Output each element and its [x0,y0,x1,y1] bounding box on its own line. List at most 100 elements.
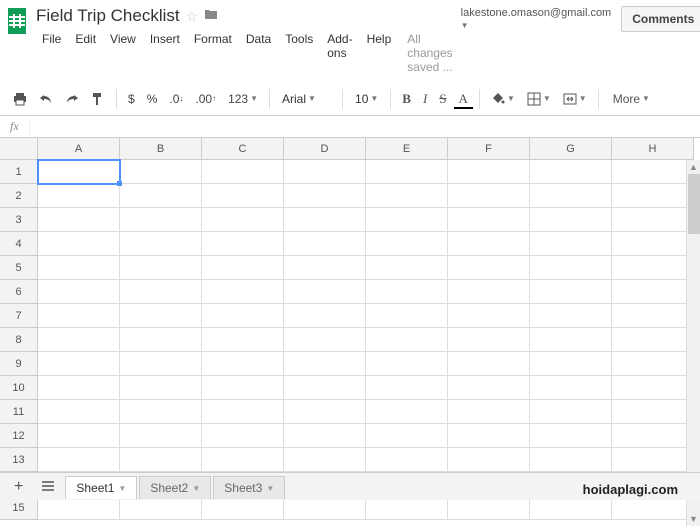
cell-B8[interactable] [120,328,202,352]
cell-B10[interactable] [120,376,202,400]
sheet-tab-sheet1[interactable]: Sheet1▼ [65,476,137,499]
column-header-C[interactable]: C [202,138,284,160]
scroll-up-icon[interactable]: ▲ [687,160,700,174]
sheets-logo[interactable] [8,8,26,34]
cell-H6[interactable] [612,280,694,304]
number-format-button[interactable]: 123▼ [223,89,263,109]
cell-B4[interactable] [120,232,202,256]
cell-B11[interactable] [120,400,202,424]
cell-H2[interactable] [612,184,694,208]
add-sheet-button[interactable]: + [6,476,31,498]
cell-E4[interactable] [366,232,448,256]
cell-D2[interactable] [284,184,366,208]
cell-G1[interactable] [530,160,612,184]
increase-decimal-button[interactable]: .00↑ [190,89,221,109]
cell-H8[interactable] [612,328,694,352]
menu-help[interactable]: Help [361,30,398,76]
cell-H11[interactable] [612,400,694,424]
column-header-A[interactable]: A [38,138,120,160]
cell-G3[interactable] [530,208,612,232]
cell-E5[interactable] [366,256,448,280]
cell-F2[interactable] [448,184,530,208]
folder-icon[interactable] [204,7,218,25]
cell-B6[interactable] [120,280,202,304]
borders-button[interactable]: ▼ [522,89,556,109]
cell-E2[interactable] [366,184,448,208]
cell-G7[interactable] [530,304,612,328]
cell-F4[interactable] [448,232,530,256]
row-header-1[interactable]: 1 [0,160,38,184]
currency-button[interactable]: $ [123,89,140,109]
scroll-down-icon[interactable]: ▼ [687,512,700,526]
row-header-6[interactable]: 6 [0,280,38,304]
cell-G10[interactable] [530,376,612,400]
cell-F10[interactable] [448,376,530,400]
redo-icon[interactable] [60,91,84,107]
star-icon[interactable]: ☆ [186,8,199,25]
menu-tools[interactable]: Tools [279,30,319,76]
row-header-13[interactable]: 13 [0,448,38,472]
cell-C9[interactable] [202,352,284,376]
cell-E10[interactable] [366,376,448,400]
cell-A2[interactable] [38,184,120,208]
cell-H7[interactable] [612,304,694,328]
cell-F11[interactable] [448,400,530,424]
cell-D10[interactable] [284,376,366,400]
cell-G2[interactable] [530,184,612,208]
menu-addons[interactable]: Add-ons [321,30,358,76]
cell-B3[interactable] [120,208,202,232]
cell-D5[interactable] [284,256,366,280]
column-header-F[interactable]: F [448,138,530,160]
cell-E7[interactable] [366,304,448,328]
menu-data[interactable]: Data [240,30,277,76]
cell-A11[interactable] [38,400,120,424]
cell-C7[interactable] [202,304,284,328]
cell-A10[interactable] [38,376,120,400]
row-header-2[interactable]: 2 [0,184,38,208]
cell-A6[interactable] [38,280,120,304]
menu-insert[interactable]: Insert [144,30,186,76]
row-header-11[interactable]: 11 [0,400,38,424]
cell-G11[interactable] [530,400,612,424]
cell-F12[interactable] [448,424,530,448]
cell-F8[interactable] [448,328,530,352]
row-header-12[interactable]: 12 [0,424,38,448]
cell-H13[interactable] [612,448,694,472]
column-header-G[interactable]: G [530,138,612,160]
cell-B13[interactable] [120,448,202,472]
cell-C10[interactable] [202,376,284,400]
cell-F13[interactable] [448,448,530,472]
cell-B7[interactable] [120,304,202,328]
undo-icon[interactable] [34,91,58,107]
sheet-tab-sheet3[interactable]: Sheet3▼ [213,476,285,499]
cell-A1[interactable] [38,160,120,184]
cell-E12[interactable] [366,424,448,448]
menu-file[interactable]: File [36,30,67,76]
cell-G12[interactable] [530,424,612,448]
cell-C12[interactable] [202,424,284,448]
cell-C2[interactable] [202,184,284,208]
cell-C8[interactable] [202,328,284,352]
cell-D7[interactable] [284,304,366,328]
cell-E13[interactable] [366,448,448,472]
cell-E11[interactable] [366,400,448,424]
menu-edit[interactable]: Edit [69,30,102,76]
cell-E3[interactable] [366,208,448,232]
row-header-4[interactable]: 4 [0,232,38,256]
cell-C3[interactable] [202,208,284,232]
cell-A4[interactable] [38,232,120,256]
cell-G5[interactable] [530,256,612,280]
chevron-down-icon[interactable]: ▼ [266,484,274,493]
font-size-select[interactable]: 10▼ [349,90,384,108]
cell-A3[interactable] [38,208,120,232]
cell-C5[interactable] [202,256,284,280]
cell-E1[interactable] [366,160,448,184]
chevron-down-icon[interactable]: ▼ [192,484,200,493]
cell-B1[interactable] [120,160,202,184]
select-all-corner[interactable] [0,138,38,160]
cell-H12[interactable] [612,424,694,448]
cell-B12[interactable] [120,424,202,448]
cell-E9[interactable] [366,352,448,376]
cell-A8[interactable] [38,328,120,352]
cell-F7[interactable] [448,304,530,328]
